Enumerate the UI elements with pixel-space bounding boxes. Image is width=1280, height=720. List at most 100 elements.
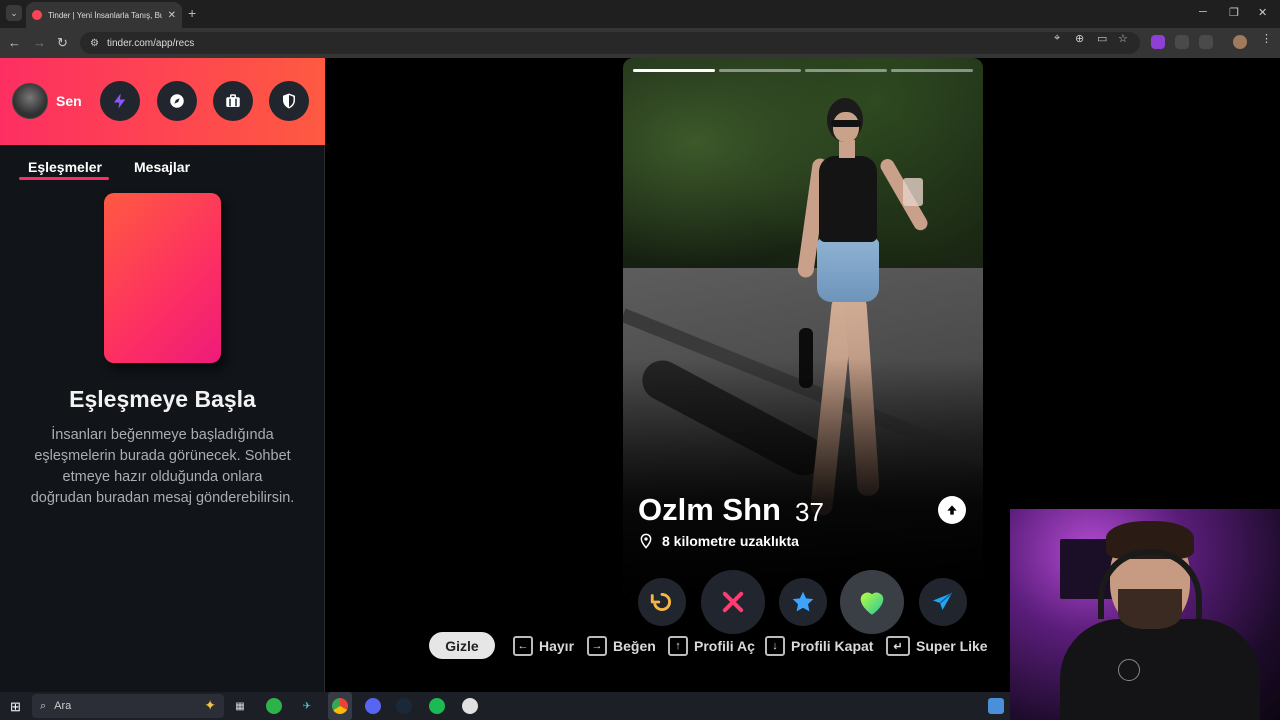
location-icon[interactable]: ⌖: [1054, 32, 1060, 45]
task-view-icon[interactable]: ▦: [232, 698, 248, 714]
down-arrow-key-icon: ↓: [765, 636, 785, 656]
search-icon: ⌕: [40, 699, 47, 712]
boost-lightning-button[interactable]: [100, 81, 140, 121]
card-gradient-overlay: [623, 358, 983, 598]
compass-icon: [170, 94, 184, 108]
boost-button[interactable]: [919, 578, 967, 626]
enter-key-icon: ↵: [886, 636, 910, 656]
app-green-icon[interactable]: [266, 698, 282, 714]
photo-top: [819, 156, 877, 242]
location-pin-icon: [638, 533, 654, 549]
distance-text: 8 kilometre uzaklıkta: [662, 533, 799, 549]
open-profile-button[interactable]: [938, 496, 966, 524]
window-close-icon[interactable]: ✕: [1258, 6, 1267, 19]
work-mode-button[interactable]: [213, 81, 253, 121]
zoom-icon[interactable]: ⊕: [1075, 32, 1084, 45]
new-tab-icon[interactable]: +: [188, 5, 196, 21]
hint-close-profile: ↓ Profili Kapat: [765, 636, 873, 656]
taskbar: ⊞ ⌕ Ara ✦ ▦ ✈: [0, 692, 1010, 720]
extension-glasses-icon[interactable]: [1175, 35, 1189, 49]
send-icon: [933, 592, 953, 610]
reload-icon[interactable]: ↻: [57, 35, 68, 51]
nope-button[interactable]: [701, 570, 765, 634]
photo-indicator-1[interactable]: [633, 69, 715, 72]
arrow-up-icon: [947, 505, 957, 515]
copilot-sparkle-icon: ✦: [204, 697, 216, 713]
hint-nope: ← Hayır: [513, 636, 574, 656]
active-tab-underline: [19, 177, 109, 180]
weather-icon[interactable]: [988, 698, 1004, 714]
browser-tab[interactable]: Tinder | Yeni İnsanlarla Tanış, Bu ✕: [26, 2, 182, 28]
taskbar-search[interactable]: ⌕ Ara ✦: [32, 694, 224, 718]
photo-indicator-2[interactable]: [719, 69, 801, 72]
explore-button[interactable]: [157, 81, 197, 121]
discord-icon[interactable]: [365, 698, 381, 714]
sidebar: Sen Eşleşmeler Mesajlar Eşleşmeye Başla …: [0, 58, 325, 692]
hint-label: Hayır: [539, 638, 575, 654]
spotify-icon[interactable]: [429, 698, 445, 714]
photo-sunglasses: [831, 120, 861, 127]
photo-face: [833, 112, 859, 142]
restore-icon[interactable]: ❐: [1229, 6, 1239, 19]
site-info-icon[interactable]: ⚙: [90, 38, 99, 49]
forward-icon[interactable]: →: [33, 35, 46, 51]
right-arrow-key-icon: →: [587, 636, 607, 656]
webcam-person-body: [1060, 619, 1260, 720]
tab-messages[interactable]: Mesajlar: [134, 159, 190, 175]
profile-distance: 8 kilometre uzaklıkta: [638, 533, 799, 549]
like-button[interactable]: [840, 570, 904, 634]
photo-cup: [903, 178, 923, 206]
empty-state-title: Eşleşmeye Başla: [69, 386, 256, 412]
hint-label: Profili Aç: [694, 638, 755, 654]
profile-label[interactable]: Sen: [56, 93, 82, 109]
briefcase-icon: [226, 94, 240, 107]
address-bar[interactable]: ⚙ tinder.com/app/recs: [80, 32, 1140, 54]
tab-title: Tinder | Yeni İnsanlarla Tanış, Bu: [48, 10, 162, 20]
hint-label: Super Like: [916, 638, 988, 654]
tab-search-menu-icon[interactable]: ⌄: [6, 5, 22, 21]
lightning-icon: [114, 93, 126, 109]
extension-icon[interactable]: [1151, 35, 1165, 49]
hint-label: Profili Kapat: [791, 638, 874, 654]
profile-name: Ozlm Shn: [638, 492, 781, 527]
shield-icon: [283, 93, 295, 109]
shirt-logo-icon: [1118, 659, 1140, 681]
windows-start-icon[interactable]: ⊞: [10, 699, 21, 715]
url-text: tinder.com/app/recs: [106, 37, 195, 49]
hide-shortcuts-button[interactable]: Gizle: [429, 632, 495, 659]
tab-matches[interactable]: Eşleşmeler: [28, 159, 102, 175]
hint-label: Beğen: [613, 638, 656, 654]
chrome-icon[interactable]: [332, 698, 348, 714]
profile-avatar-icon[interactable]: [1233, 35, 1247, 49]
search-placeholder: Ara: [54, 700, 72, 712]
super-like-button[interactable]: [779, 578, 827, 626]
heart-icon: [860, 592, 884, 615]
browser-tabstrip: ⌄ Tinder | Yeni İnsanlarla Tanış, Bu ✕ +…: [0, 0, 1280, 28]
bookmark-star-icon[interactable]: ☆: [1118, 32, 1128, 45]
photo-indicator-3[interactable]: [805, 69, 887, 72]
rewind-button[interactable]: [638, 578, 686, 626]
install-app-icon[interactable]: ▭: [1097, 32, 1107, 45]
app-bird-icon[interactable]: ✈: [299, 698, 315, 714]
hint-like: → Beğen: [587, 636, 656, 656]
photo-progress-bars: [633, 69, 973, 73]
hint-open-profile: ↑ Profili Aç: [668, 636, 755, 656]
photo-indicator-4[interactable]: [891, 69, 973, 72]
browser-menu-icon[interactable]: ⋮: [1261, 32, 1272, 45]
safety-button[interactable]: [269, 81, 309, 121]
sidebar-header: Sen: [0, 58, 325, 145]
back-icon[interactable]: ←: [8, 35, 21, 51]
photo-shorts: [817, 238, 879, 302]
rewind-icon: [650, 593, 671, 611]
steam-icon[interactable]: [396, 698, 412, 714]
tinder-favicon-icon: [32, 10, 42, 20]
extensions-puzzle-icon[interactable]: [1199, 35, 1213, 49]
minimize-icon[interactable]: ─: [1199, 6, 1207, 18]
tab-close-icon[interactable]: ✕: [168, 10, 176, 21]
star-icon: [792, 591, 814, 612]
webcam-overlay: [1010, 509, 1280, 720]
avatar[interactable]: [12, 83, 48, 119]
empty-state-description: İnsanları beğenmeye başladığında eşleşme…: [30, 427, 295, 506]
photo-neck: [839, 140, 855, 158]
app-red-icon[interactable]: [462, 698, 478, 714]
